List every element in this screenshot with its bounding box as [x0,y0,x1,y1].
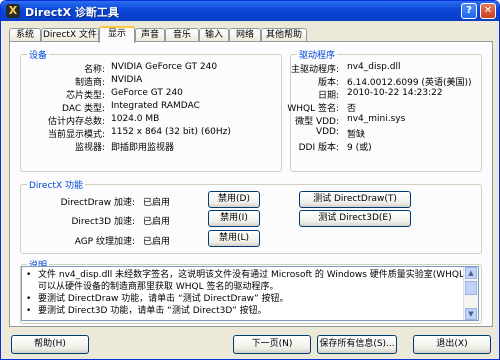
note-bullet: • [26,270,32,280]
note-text: 文件 nv4_disp.dll 未经数字签名，这说明该文件没有通过 Micros… [38,270,479,280]
window-title: DirectX 诊断工具 [25,6,119,19]
whql-label: WHQL 签名: [287,104,339,114]
save-all-info-button[interactable]: 保存所有信息(S)... [317,335,397,354]
ddi-version-label: DDI 版本: [298,143,339,153]
disable-agp-button[interactable]: 禁用(L) [208,230,260,247]
tab-display[interactable]: 显示 [99,26,135,43]
notes-scrollbar[interactable]: ▲ ▼ [463,267,478,320]
note-text: 要测试 Direct3D 功能，请单击 “测试 Direct3D” 按钮。 [38,306,267,316]
exit-button[interactable]: 退出(X) [413,335,491,354]
notes-textbox[interactable]: • 文件 nv4_disp.dll 未经数字签名，这说明该文件没有通过 Micro… [21,266,479,321]
whql-value: 否 [347,104,357,114]
display-mode-label: 当前显示模式: [47,130,105,140]
tab-system[interactable]: 系统 [9,28,41,42]
memory-label: 估计内存总数: [47,117,105,127]
direct3d-accel-label: Direct3D 加速: [71,217,136,227]
close-window-button[interactable]: ✕ [480,3,496,19]
vdd-value: 暂缺 [347,130,366,140]
disable-directdraw-button[interactable]: 禁用(D) [208,191,260,208]
dac-type-value: Integrated RAMDAC [111,101,200,111]
vdd-label: VDD: [315,127,339,137]
test-direct3d-button[interactable]: 测试 Direct3D(E) [299,210,411,227]
tab-network[interactable]: 网络 [229,28,261,42]
agp-accel-status: 已启用 [143,237,171,247]
title-bar[interactable]: X DirectX 诊断工具 ? ✕ [1,1,499,21]
disable-direct3d-button[interactable]: 禁用(I) [208,210,260,227]
scroll-up-arrow-icon[interactable]: ▲ [465,267,477,279]
device-group-title: 设备 [27,48,50,61]
next-page-button[interactable]: 下一页(N) [233,335,311,354]
mini-vdd-label: 微型 VDD: [295,117,339,127]
manufacturer-value: NVIDIA [111,75,143,85]
device-name-value: NVIDIA GeForce GT 240 [111,62,218,72]
driver-date-value: 2010-10-22 14:23:22 [347,88,443,98]
tab-more-help[interactable]: 其他帮助 [261,28,307,42]
display-mode-value: 1152 x 864 (32 bit) (60Hz) [111,127,231,137]
monitor-label: 监视器: [74,143,105,153]
driver-date-label: 日期: [317,91,339,101]
driver-group-title: 驱动程序 [297,48,338,61]
directdraw-accel-label: DirectDraw 加速: [60,198,135,208]
tab-music[interactable]: 音乐 [165,28,199,42]
note-line: 可以从硬件设备的制造商那里获取 WHQL 签名的驱动程序。 [26,282,279,292]
chip-type-label: 芯片类型: [65,91,105,101]
memory-value: 1024.0 MB [111,114,160,124]
note-text: 可以从硬件设备的制造商那里获取 WHQL 签名的驱动程序。 [38,282,279,292]
help-title-button[interactable]: ? [461,3,477,19]
tab-sound[interactable]: 声音 [135,28,165,42]
chip-type-value: GeForce GT 240 [111,88,183,98]
features-group-title: DirectX 功能 [27,178,85,191]
main-driver-value: nv4_disp.dll [347,62,401,72]
main-driver-label: 主驱动程序: [290,65,339,75]
dxdiag-window: X DirectX 诊断工具 ? ✕ 系统 DirectX 文件 显示 声音 音… [0,0,500,360]
note-text: 要测试 DirectDraw 功能，请单击 “测试 DirectDraw” 按钮… [38,294,289,304]
driver-version-label: 版本: [317,78,339,88]
test-directdraw-button[interactable]: 测试 DirectDraw(T) [299,191,411,208]
tab-directx-files[interactable]: DirectX 文件 [41,28,99,42]
monitor-value: 即插即用监视器 [111,143,175,153]
mini-vdd-value: nv4_mini.sys [347,114,406,124]
tab-input[interactable]: 输入 [199,28,229,42]
note-bullet: • [26,294,32,304]
scroll-thumb[interactable] [465,281,477,295]
directdraw-accel-status: 已启用 [143,198,171,208]
manufacturer-label: 制造商: [74,78,105,88]
device-name-label: 名称: [83,65,105,75]
dac-type-label: DAC 类型: [62,104,105,114]
note-line: • 要测试 DirectDraw 功能，请单击 “测试 DirectDraw” 按… [26,294,289,304]
ddi-version-value: 9 (或) [347,143,372,153]
directx-app-icon: X [6,4,20,18]
driver-version-value: 6.14.0012.6099 (英语(美国)) [347,78,472,88]
note-line: • 文件 nv4_disp.dll 未经数字签名，这说明该文件没有通过 Micro… [26,270,479,280]
note-line: • 要测试 Direct3D 功能，请单击 “测试 Direct3D” 按钮。 [26,306,267,316]
note-bullet: • [26,306,32,316]
direct3d-accel-status: 已启用 [143,217,171,227]
scroll-down-arrow-icon[interactable]: ▼ [465,308,477,320]
help-button[interactable]: 帮助(H) [11,335,89,354]
agp-accel-label: AGP 纹理加速: [74,237,135,247]
